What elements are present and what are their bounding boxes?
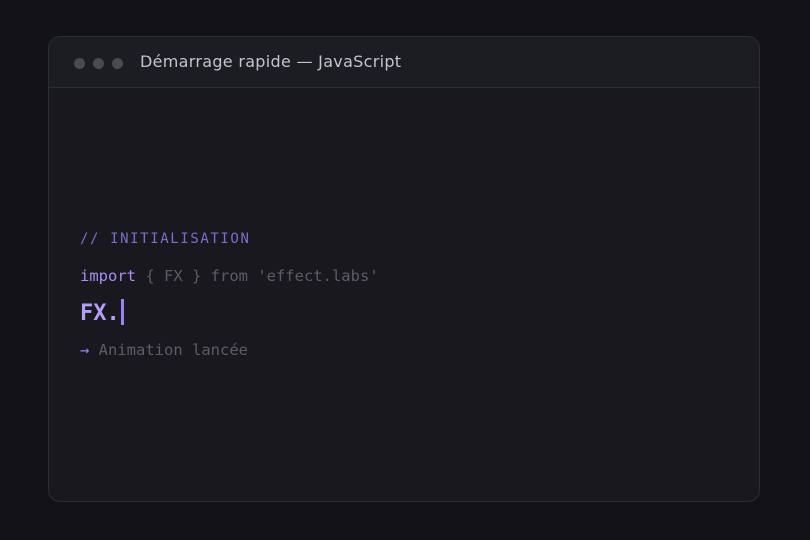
window-title: Démarrage rapide — JavaScript [140,52,402,71]
arrow-right-icon: → [80,341,90,359]
output-text: Animation lancée [89,341,248,359]
code-input-line[interactable]: FX. [80,299,124,329]
typed-code: FX. [80,301,120,326]
window-minimize-dot-icon[interactable] [93,58,104,69]
import-statement: import { FX } from 'effect.labs' [80,267,379,285]
code-window: Démarrage rapide — JavaScript // INITIAL… [48,36,760,502]
code-comment: // INITIALISATION [80,231,251,247]
import-clause: { FX } from 'effect.labs' [136,267,379,285]
window-titlebar: Démarrage rapide — JavaScript [49,37,759,88]
window-maximize-dot-icon[interactable] [112,58,123,69]
window-close-dot-icon[interactable] [74,58,85,69]
text-cursor-icon [120,299,124,325]
output-line: → Animation lancée [80,341,248,359]
import-keyword: import [80,267,136,285]
